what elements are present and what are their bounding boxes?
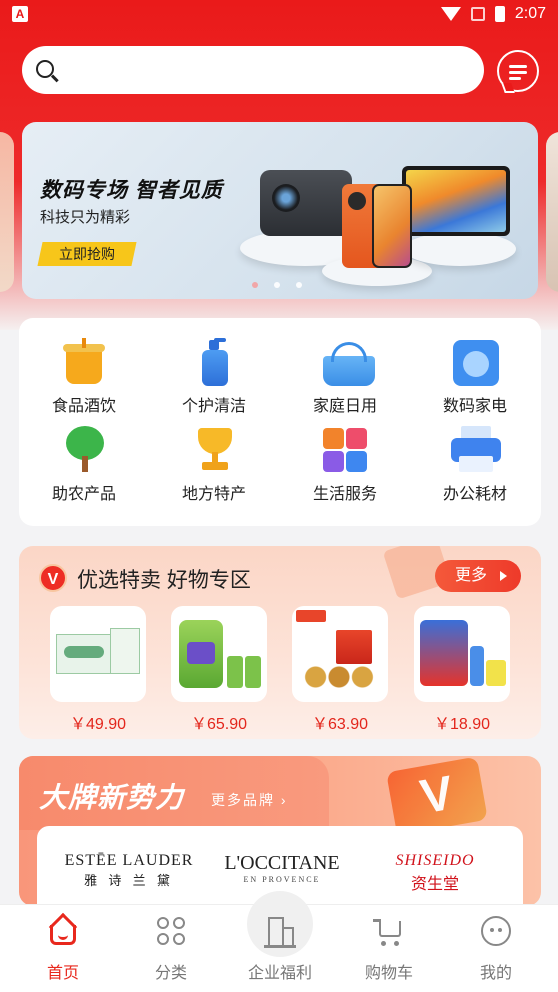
nav-home[interactable]: 首页 <box>8 905 118 992</box>
category-life-services[interactable]: 生活服务 <box>280 426 410 512</box>
product-card[interactable]: ￥18.90 <box>414 606 510 734</box>
category-food-drink[interactable]: 食品酒饮 <box>19 338 149 424</box>
product-price: ￥49.90 <box>69 716 127 733</box>
nav-profile[interactable]: 我的 <box>441 905 551 992</box>
category-office-supplies[interactable]: 办公耗材 <box>410 426 540 512</box>
product-card[interactable]: ￥65.90 <box>171 606 267 734</box>
drink-cup-icon <box>60 338 108 386</box>
wifi-icon <box>440 7 461 21</box>
more-brands-label: 更多品牌 <box>211 792 275 808</box>
product-price: ￥63.90 <box>311 716 369 733</box>
status-bar: A 2:07 <box>0 0 558 30</box>
v-badge-decoration: V <box>386 756 488 836</box>
category-label: 地方特产 <box>181 486 246 503</box>
category-label: 数码家电 <box>442 398 507 415</box>
category-label: 助农产品 <box>51 486 116 503</box>
tree-icon <box>60 426 108 474</box>
category-digital[interactable]: 数码家电 <box>410 338 540 424</box>
category-label: 办公耗材 <box>442 486 507 503</box>
product-image-detergent <box>171 606 267 702</box>
banner-buy-label: 立即抢购 <box>59 246 115 262</box>
building-icon <box>264 915 296 948</box>
brand-logo-shiseido[interactable]: SHISEIDO 资生堂 <box>379 852 491 894</box>
nav-label: 我的 <box>479 965 512 982</box>
product-card[interactable]: ￥49.90 <box>50 606 146 734</box>
cart-icon <box>373 915 405 947</box>
soap-bottle-icon <box>190 338 238 386</box>
brand-section: 大牌新势力 更多品牌 › V ESTĒE LAUDER 雅 诗 兰 黛 L'OC… <box>19 756 541 906</box>
category-icon <box>155 915 187 947</box>
banner-title: 数码专场 智者见质 <box>40 179 223 202</box>
pedestal-shape <box>404 232 516 266</box>
banner-next-peek[interactable] <box>546 132 558 292</box>
product-price: ￥18.90 <box>433 716 491 733</box>
tablet-image <box>402 166 510 236</box>
app-notification-icon: A <box>12 6 28 22</box>
category-grid: 食品酒饮 个护清洁 家庭日用 数码家电 助农产品 地方特产 生活服务 办公耗材 <box>19 318 541 526</box>
category-label: 个护清洁 <box>181 398 246 415</box>
nav-label: 企业福利 <box>247 965 312 982</box>
more-label: 更多 <box>455 567 488 584</box>
product-image-gift <box>292 606 388 702</box>
profile-icon <box>480 915 512 947</box>
brand-logo-loccitane[interactable]: L'OCCITANE EN PROVENCE <box>213 852 351 884</box>
category-agriculture[interactable]: 助农产品 <box>19 426 149 512</box>
services-icon <box>321 426 369 474</box>
search-bar[interactable] <box>22 46 484 94</box>
offer-more-button[interactable]: 更多 <box>435 560 521 592</box>
message-button[interactable] <box>497 50 539 92</box>
product-card[interactable]: ￥63.90 <box>292 606 388 734</box>
product-image-laundry <box>414 606 510 702</box>
washing-machine-icon <box>451 338 499 386</box>
home-icon <box>47 912 79 947</box>
nav-category[interactable]: 分类 <box>116 905 226 992</box>
nav-label: 购物车 <box>364 965 413 982</box>
vip-badge-icon: V <box>39 564 67 592</box>
category-label: 食品酒饮 <box>51 398 116 415</box>
nav-label: 分类 <box>154 965 187 982</box>
trophy-icon <box>190 426 238 474</box>
carousel-dot <box>252 282 258 288</box>
product-price: ￥65.90 <box>190 716 248 733</box>
carousel-dot <box>296 282 302 288</box>
brand-logo-estee-lauder[interactable]: ESTĒE LAUDER 雅 诗 兰 黛 <box>61 852 197 889</box>
nav-label: 首页 <box>46 965 79 982</box>
search-icon <box>36 60 54 78</box>
carousel-dot <box>274 282 280 288</box>
status-time: 2:07 <box>514 5 546 22</box>
brand-title: 大牌新势力 <box>39 782 185 813</box>
category-label: 生活服务 <box>312 486 377 503</box>
search-input[interactable] <box>66 54 466 86</box>
banner-buy-button[interactable]: 立即抢购 <box>37 242 137 266</box>
special-offer-section: V 优选特卖 好物专区 更多 ￥49.90 ￥65.90 ￥63.90 ￥18.… <box>19 546 541 739</box>
more-brands-link[interactable]: 更多品牌 › <box>211 790 288 810</box>
banner-prev-peek[interactable] <box>0 132 14 292</box>
arrow-right-icon <box>500 571 507 581</box>
nav-enterprise-welfare[interactable]: 企业福利 <box>225 905 335 992</box>
nav-cart[interactable]: 购物车 <box>334 905 444 992</box>
bottom-navigation: 首页 分类 企业福利 购物车 我的 <box>0 891 558 992</box>
printer-icon <box>451 426 501 474</box>
carousel-indicator <box>252 282 302 288</box>
category-label: 家庭日用 <box>312 398 377 415</box>
category-personal-care[interactable]: 个护清洁 <box>149 338 279 424</box>
category-household[interactable]: 家庭日用 <box>280 338 410 424</box>
no-sim-icon <box>470 7 485 21</box>
promo-banner[interactable]: 数码专场 智者见质 科技只为精彩 立即抢购 <box>22 122 538 299</box>
category-local-specialty[interactable]: 地方特产 <box>149 426 279 512</box>
product-image-milk <box>50 606 146 702</box>
section-title: 优选特卖 好物专区 <box>77 569 251 592</box>
battery-icon <box>494 6 505 22</box>
basket-icon <box>321 338 375 386</box>
banner-subtitle: 科技只为精彩 <box>40 209 131 226</box>
projector-image <box>260 170 352 236</box>
phone-image <box>372 184 412 268</box>
